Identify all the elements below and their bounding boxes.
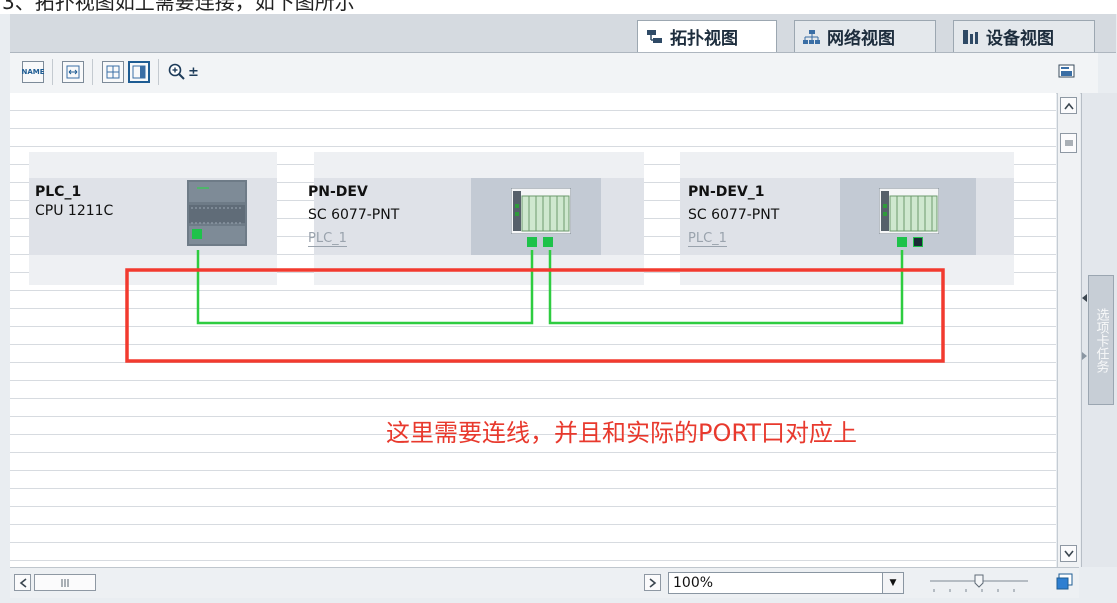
view-tab-bar: 拓扑视图 网络视图 设备视图: [10, 14, 1116, 53]
zoom-level-value: 100%: [673, 575, 714, 591]
status-bar: 100% ▼: [10, 567, 1079, 598]
name-icon: NAME: [21, 68, 45, 76]
grid-button[interactable]: [102, 61, 124, 83]
grip-icon: [61, 578, 69, 587]
highlight-box: [125, 268, 945, 363]
scroll-thumb[interactable]: [1060, 133, 1077, 153]
tab-topology-label: 拓扑视图: [670, 29, 738, 49]
scroll-left-button[interactable]: [14, 574, 31, 591]
collapse-arrow-icon[interactable]: [1081, 293, 1088, 303]
toolbar-separator: [158, 59, 159, 85]
vertical-scrollbar[interactable]: [1057, 93, 1080, 567]
toolbar-separator: [52, 59, 53, 85]
dropdown-arrow-icon[interactable]: ▼: [882, 573, 903, 593]
chevron-down-icon: [1063, 550, 1074, 557]
chevron-left-icon: [19, 577, 26, 588]
tab-device-view[interactable]: 设备视图: [953, 20, 1095, 52]
link-pn-dev-to-pn-dev-1: [548, 250, 904, 325]
zoom-menu-button[interactable]: ±: [168, 61, 202, 83]
tab-topology-view[interactable]: 拓扑视图: [637, 20, 777, 52]
grip-icon: [1064, 140, 1073, 146]
topology-canvas[interactable]: PLC_1 CPU 1211C PN-DEV SC 6077-PNT PLC_1: [10, 93, 1056, 567]
scroll-right-button[interactable]: [644, 574, 661, 591]
chevron-right-icon: [649, 577, 656, 588]
link-plc-to-pn-dev: [196, 250, 534, 325]
topology-view-icon: [647, 29, 662, 43]
show-device-name-button[interactable]: NAME: [21, 61, 45, 83]
detail-view-button[interactable]: [1056, 61, 1078, 83]
scroll-up-button[interactable]: [1060, 97, 1077, 114]
panel-icon: [132, 65, 146, 79]
grid-icon: [106, 65, 120, 79]
toolbar-separator: [92, 59, 93, 85]
network-view-icon: [803, 29, 820, 44]
screen-panel-icon: [1058, 64, 1075, 78]
chevron-up-icon: [1063, 102, 1074, 109]
overview-panel-button[interactable]: [128, 61, 150, 83]
document-caption: 3、拓扑视图如上需要连接，如下图所示: [2, 0, 355, 14]
tab-network-view[interactable]: 网络视图: [794, 20, 936, 52]
tab-device-label: 设备视图: [986, 29, 1054, 49]
device-view-icon: [963, 29, 978, 44]
task-card-label: 选项卡任务: [1093, 307, 1109, 373]
fit-to-width-button[interactable]: [62, 61, 84, 83]
navigation-overview-icon[interactable]: [1056, 573, 1074, 591]
expand-arrow-icon[interactable]: [1081, 351, 1088, 361]
fit-width-icon: [66, 65, 80, 79]
topology-toolbar: NAME ±: [10, 53, 1098, 94]
task-card-tab[interactable]: 选项卡任务: [1088, 275, 1114, 405]
horizontal-scroll-thumb[interactable]: [34, 574, 96, 591]
topology-connections: [125, 250, 945, 363]
tab-network-label: 网络视图: [827, 29, 895, 49]
zoom-slider[interactable]: [924, 573, 1034, 593]
zoom-level-select[interactable]: 100% ▼: [668, 572, 904, 594]
zoom-in-icon: [168, 63, 185, 80]
task-card-strip: 选项卡任务: [1081, 93, 1117, 567]
annotation-note: 这里需要连线，并且和实际的PORT口对应上: [386, 419, 857, 447]
dropdown-arrow-icon: ±: [188, 64, 199, 80]
scroll-down-button[interactable]: [1060, 545, 1077, 562]
